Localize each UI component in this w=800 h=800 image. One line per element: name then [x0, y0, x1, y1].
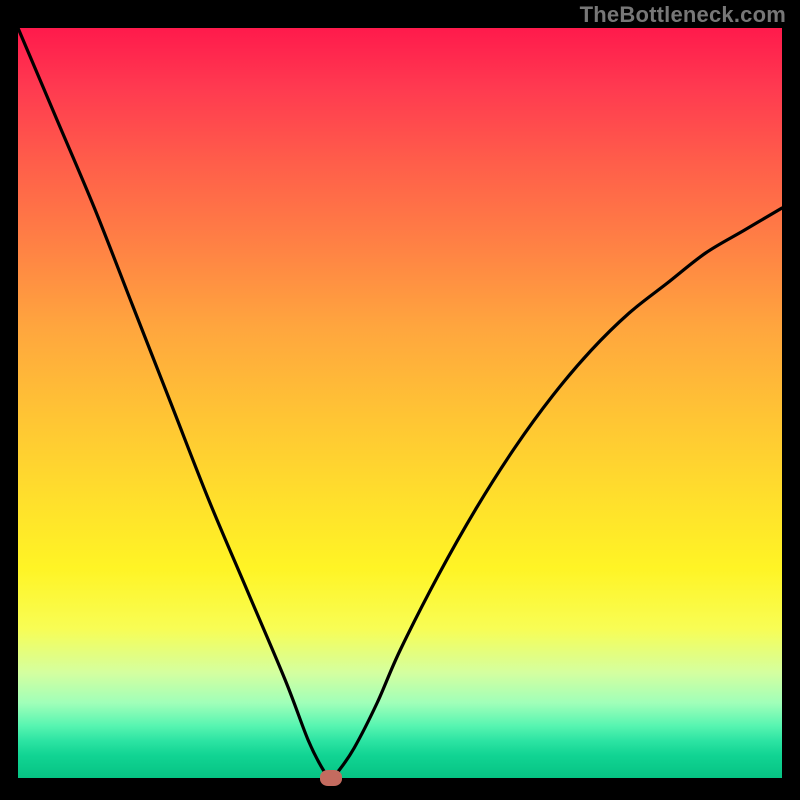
plot-area	[18, 28, 782, 778]
chart-frame: TheBottleneck.com	[0, 0, 800, 800]
optimal-point-marker	[320, 770, 342, 786]
bottleneck-curve	[18, 28, 782, 778]
watermark-text: TheBottleneck.com	[580, 2, 786, 28]
